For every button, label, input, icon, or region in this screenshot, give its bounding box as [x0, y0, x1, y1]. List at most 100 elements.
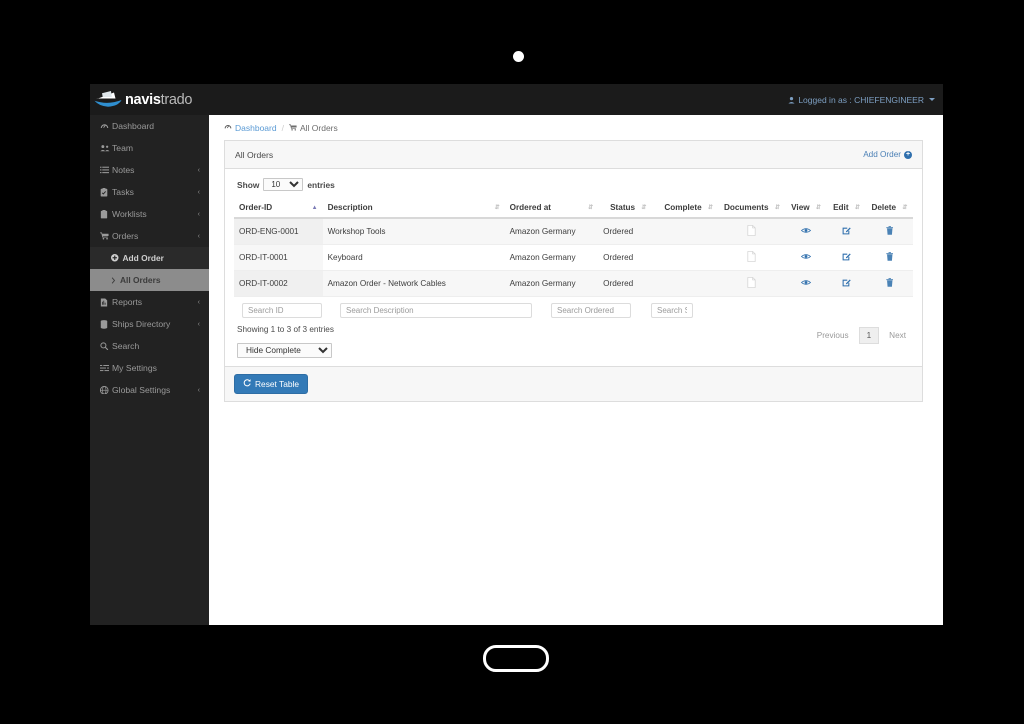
sidebar-item-label: Dashboard [112, 121, 155, 131]
sidebar-item-search[interactable]: Search [90, 335, 209, 357]
col-delete[interactable]: Delete ⇵ [865, 199, 913, 219]
main-content: Dashboard / All Orders All Orders Add Or… [209, 115, 943, 625]
plus-circle-icon: + [904, 150, 912, 159]
hide-complete-select[interactable]: Hide Complete Show Complete Show All [237, 342, 332, 358]
cell-documents[interactable] [718, 218, 785, 245]
sidebar-item-add-order[interactable]: Add Order [90, 247, 209, 269]
plus-circle-icon [111, 254, 119, 262]
sidebar-item-global-settings[interactable]: Global Settings ‹ [90, 379, 209, 401]
sidebar-item-dashboard[interactable]: Dashboard [90, 115, 209, 137]
sidebar-item-label: Worklists [112, 209, 147, 219]
dashboard-icon [224, 123, 232, 133]
user-menu[interactable]: Logged in as : CHIEFENGINEER [788, 84, 935, 115]
add-order-link[interactable]: Add Order + [863, 150, 912, 159]
search-description-input[interactable] [340, 303, 532, 318]
sidebar-item-label: Notes [112, 165, 135, 175]
cell-view[interactable] [784, 244, 828, 271]
sidebar-sub-label: All Orders [120, 275, 161, 285]
orders-table: Order-ID ▲ Description ⇵ Ordered at ⇵ St… [234, 199, 913, 297]
trash-icon[interactable] [885, 278, 894, 287]
sidebar-item-worklists[interactable]: Worklists ‹ [90, 203, 209, 225]
col-description[interactable]: Description ⇵ [322, 199, 505, 219]
panel-title: All Orders [235, 149, 274, 160]
team-icon [100, 144, 111, 152]
chevron-left-icon: ‹ [197, 232, 200, 240]
cell-edit[interactable] [827, 218, 866, 245]
globe-icon [100, 385, 111, 395]
eye-icon[interactable] [800, 279, 812, 286]
document-icon[interactable] [747, 225, 756, 236]
sidebar-item-label: Ships Directory [112, 319, 171, 329]
breadcrumb-current-label: All Orders [299, 122, 338, 133]
breadcrumb: Dashboard / All Orders [209, 115, 943, 140]
sidebar-item-label: Tasks [112, 187, 134, 197]
reports-icon [100, 297, 111, 307]
user-label: Logged in as : CHIEFENGINEER [798, 94, 924, 105]
table-row[interactable]: ORD-IT-0002 Amazon Order - Network Cable… [234, 270, 913, 297]
sidebar-item-reports[interactable]: Reports ‹ [90, 291, 209, 313]
pagination-previous[interactable]: Previous [810, 327, 856, 344]
edit-icon[interactable] [842, 252, 851, 261]
reset-table-button[interactable]: Reset Table [234, 374, 309, 394]
page-length-select[interactable]: 10 25 50 100 [263, 178, 304, 191]
table-footer-left: Showing 1 to 3 of 3 entries Hide Complet… [234, 325, 334, 358]
col-view[interactable]: View ⇵ [784, 199, 828, 219]
chevron-down-icon [929, 98, 935, 101]
cell-view[interactable] [784, 218, 828, 245]
sidebar-item-team[interactable]: Team [90, 137, 209, 159]
cell-complete [658, 218, 719, 245]
cell-view[interactable] [784, 270, 828, 297]
search-id-input[interactable] [242, 303, 322, 318]
cell-ordered-at: Amazon Germany [504, 218, 599, 245]
eye-icon[interactable] [800, 253, 812, 260]
pagination-page-1[interactable]: 1 [858, 327, 880, 344]
edit-icon[interactable] [842, 226, 851, 235]
cell-delete[interactable] [865, 244, 913, 271]
search-ordered-input[interactable] [551, 303, 631, 318]
eye-icon[interactable] [800, 227, 812, 234]
col-order-id[interactable]: Order-ID ▲ [234, 199, 323, 219]
col-ordered-at[interactable]: Ordered at ⇵ [504, 199, 599, 219]
cell-documents[interactable] [718, 270, 785, 297]
cell-status: Ordered [598, 218, 659, 245]
refresh-icon [243, 379, 251, 389]
document-icon[interactable] [747, 277, 756, 288]
cell-status: Ordered [598, 270, 659, 297]
cell-status: Ordered [598, 244, 659, 271]
breadcrumb-dashboard-link[interactable]: Dashboard [224, 123, 277, 133]
sort-icon: ⇵ [588, 205, 594, 211]
sidebar-item-my-settings[interactable]: My Settings [90, 357, 209, 379]
sidebar-item-orders[interactable]: Orders ‹ [90, 225, 209, 247]
cell-edit[interactable] [827, 244, 866, 271]
show-entries-control: Show 10 25 50 100 entries [237, 178, 913, 191]
col-status[interactable]: Status ⇵ [598, 199, 659, 219]
edit-icon[interactable] [842, 278, 851, 287]
cell-edit[interactable] [827, 270, 866, 297]
pagination-next[interactable]: Next [882, 327, 913, 344]
trash-icon[interactable] [885, 226, 894, 235]
search-status-input[interactable] [651, 303, 693, 318]
sidebar-item-ships-directory[interactable]: Ships Directory ‹ [90, 313, 209, 335]
user-icon [788, 96, 795, 104]
cell-delete[interactable] [865, 218, 913, 245]
col-documents[interactable]: Documents ⇵ [718, 199, 785, 219]
cell-delete[interactable] [865, 270, 913, 297]
table-footer-row: Showing 1 to 3 of 3 entries Hide Complet… [234, 325, 913, 366]
col-edit[interactable]: Edit ⇵ [827, 199, 866, 219]
table-row[interactable]: ORD-IT-0001 Keyboard Amazon Germany Orde… [234, 244, 913, 271]
showing-entries-text: Showing 1 to 3 of 3 entries [237, 325, 334, 334]
sidebar-item-tasks[interactable]: Tasks ‹ [90, 181, 209, 203]
sidebar-item-notes[interactable]: Notes ‹ [90, 159, 209, 181]
document-icon[interactable] [747, 251, 756, 262]
brand-logo-area[interactable]: navistrado [90, 84, 209, 115]
table-row[interactable]: ORD-ENG-0001 Workshop Tools Amazon Germa… [234, 218, 913, 245]
col-documents-label: Documents [723, 203, 769, 212]
orders-table-body: ORD-ENG-0001 Workshop Tools Amazon Germa… [234, 218, 913, 297]
trash-icon[interactable] [885, 252, 894, 261]
sidebar-item-all-orders[interactable]: All Orders [90, 269, 209, 291]
chevron-left-icon: ‹ [197, 188, 200, 196]
column-filters [234, 303, 913, 318]
col-complete[interactable]: Complete ⇵ [658, 199, 719, 219]
cell-documents[interactable] [718, 244, 785, 271]
home-button[interactable] [483, 645, 549, 672]
